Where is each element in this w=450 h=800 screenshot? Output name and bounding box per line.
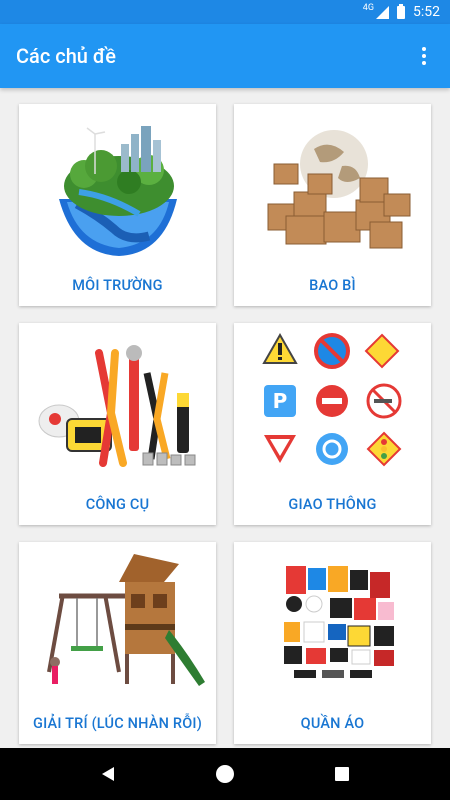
- navigation-bar: [0, 748, 450, 800]
- topic-card-traffic[interactable]: P GIAO THÔNG: [234, 323, 431, 525]
- topic-card-clothes[interactable]: QUẦN ÁO: [234, 542, 431, 744]
- signal-icon: [376, 5, 389, 19]
- network-type: 4G: [362, 3, 374, 13]
- traffic-signs-icon: P: [262, 332, 402, 467]
- recents-icon[interactable]: [327, 759, 357, 789]
- topic-label: CÔNG CỤ: [85, 496, 150, 513]
- topic-label: QUẦN ÁO: [300, 715, 365, 732]
- status-bar: 4G 5:52: [0, 0, 450, 24]
- topic-card-packaging[interactable]: BAO BÌ: [234, 104, 431, 306]
- app-bar: Các chủ đề: [0, 24, 450, 88]
- topic-card-tools[interactable]: CÔNG CỤ: [19, 323, 216, 525]
- topic-card-environment[interactable]: MÔI TRƯỜNG: [19, 104, 216, 306]
- battery-icon: [397, 3, 405, 19]
- svg-text:P: P: [273, 389, 288, 413]
- earth-environment-icon: [59, 126, 177, 256]
- more-vert-icon[interactable]: [414, 46, 434, 66]
- topic-label: GIẢI TRÍ (LÚC NHÀN RỖI): [33, 715, 202, 732]
- hand-tools-icon: [38, 345, 196, 467]
- topic-card-leisure[interactable]: GIẢI TRÍ (LÚC NHÀN RỖI): [19, 542, 216, 744]
- topic-label: GIAO THÔNG: [288, 496, 377, 513]
- topic-grid: MÔI TRƯỜNG BAO BÌ CÔNG CỤ P GIAO THÔNG G…: [0, 88, 450, 748]
- page-title: Các chủ đề: [16, 44, 116, 68]
- home-icon[interactable]: [210, 759, 240, 789]
- topic-label: MÔI TRƯỜNG: [72, 277, 163, 294]
- topic-label: BAO BÌ: [309, 277, 356, 294]
- clothes-icon: [284, 566, 394, 678]
- cardboard-boxes-icon: [267, 130, 411, 249]
- playground-icon: [47, 554, 205, 686]
- back-icon[interactable]: [93, 759, 123, 789]
- status-time: 5:52: [413, 4, 440, 20]
